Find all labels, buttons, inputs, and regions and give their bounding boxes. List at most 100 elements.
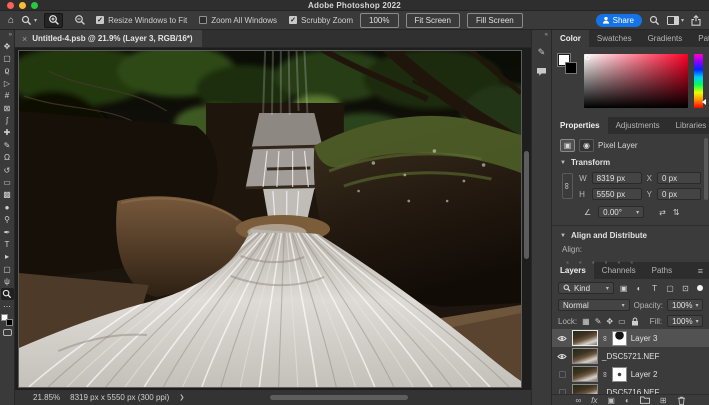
path-selection-tool[interactable]: ▸ [1,251,14,263]
comments-panel-icon[interactable] [534,64,550,80]
mask-link-icon[interactable]: ∞ [600,335,609,341]
brush-tool[interactable]: ✎ [1,139,14,151]
layer-mask-thumbnail[interactable] [612,367,627,382]
flip-horizontal-icon[interactable]: ⇄ [659,208,666,217]
zoom-in-button[interactable] [44,13,63,28]
hue-slider-marker[interactable] [702,99,706,105]
eyedropper-tool[interactable]: ʃ [1,114,14,126]
filter-shape-layers-icon[interactable]: ▢ [664,284,675,293]
dodge-tool[interactable]: ⚲ [1,213,14,225]
layer-name[interactable]: Layer 2 [631,370,658,379]
fill-dropdown[interactable]: 100% ▾ [667,315,703,327]
export-button[interactable] [691,15,701,26]
layer-thumbnail[interactable] [572,384,598,394]
checkbox-scrubby-zoom[interactable]: ✓Scrubby Zoom [289,16,353,25]
search-button[interactable] [649,15,660,26]
mask-properties-icon[interactable]: ◉ [579,139,594,152]
saturation-brightness-field[interactable] [584,54,688,108]
layer-mask-thumbnail[interactable] [612,331,627,346]
hand-tool[interactable]: ψ [1,275,14,287]
rotation-angle-dropdown[interactable]: 0.00° ▾ [598,206,644,218]
canvas-horizontal-scrollbar[interactable] [270,395,408,400]
zoom-out-button[interactable] [70,13,89,28]
edit-toolbar-button[interactable]: ⋯ [1,300,14,312]
mask-link-icon[interactable]: ∞ [600,371,609,377]
object-selection-tool[interactable]: ▷ [1,77,14,89]
shape-tool[interactable]: ▢ [1,263,14,275]
document-tab[interactable]: × Untitled-4.psb @ 21.9% (Layer 3, RGB/1… [15,30,202,47]
home-icon[interactable]: ⌂ [8,15,14,26]
move-tool[interactable]: ✥ [1,40,14,52]
layer-thumbnail[interactable] [572,330,598,346]
fit-screen-button[interactable]: Fit Screen [406,13,460,28]
visibility-toggle[interactable] [556,353,568,360]
x-field[interactable]: 0 px [657,172,701,184]
height-field[interactable]: 5550 px [592,188,642,200]
new-group-icon[interactable] [640,396,650,404]
history-panel-icon[interactable]: ✎ [534,44,550,60]
layer-filter-kind-dropdown[interactable]: Kind ▾ [558,282,614,294]
chevron-down-icon[interactable]: ▼ [560,160,566,166]
lock-artboard-icon[interactable]: ▭ [618,317,626,326]
tab-swatches[interactable]: Swatches [589,30,640,47]
hue-slider[interactable] [694,54,703,108]
pixel-layer-icon[interactable]: ▣ [560,139,575,152]
width-field[interactable]: 8319 px [592,172,642,184]
adjustment-layer-icon[interactable]: ◐ [625,396,630,405]
link-layers-icon[interactable]: ∞ [575,396,581,405]
marquee-tool[interactable]: ▢ [1,52,14,64]
workspace-switcher[interactable]: ▾ [667,16,684,25]
properties-scrollbar[interactable] [704,138,708,200]
status-zoom-level[interactable]: 21.85% [33,393,60,402]
lock-all-icon[interactable] [631,317,639,326]
close-icon[interactable]: × [22,34,27,44]
zoom-tool[interactable] [1,288,14,300]
tab-properties[interactable]: Properties [552,117,608,134]
lasso-tool[interactable]: ϱ [1,65,14,77]
tab-patterns[interactable]: Patterns [690,30,709,47]
filter-type-layers-icon[interactable]: T [649,284,660,293]
visibility-toggle[interactable] [556,335,568,342]
type-tool[interactable]: T [1,238,14,250]
delete-layer-icon[interactable] [677,396,686,405]
filter-toggle-icon[interactable] [697,285,703,291]
blend-mode-dropdown[interactable]: Normal ▾ [558,299,630,311]
frame-tool[interactable]: ⊠ [1,102,14,114]
foreground-background-colors[interactable] [1,314,13,326]
opacity-dropdown[interactable]: 100% ▾ [667,299,703,311]
share-button[interactable]: Share [596,14,642,27]
zoom-tool-preset[interactable]: ▾ [21,15,37,26]
layer-name[interactable]: Layer 3 [631,334,658,343]
status-chevron-icon[interactable]: ❯ [179,394,184,401]
pen-tool[interactable]: ✒ [1,226,14,238]
tab-gradients[interactable]: Gradients [640,30,691,47]
panel-menu-icon[interactable]: ≡ [698,266,709,276]
visibility-toggle[interactable] [556,371,568,378]
filter-smart-objects-icon[interactable]: ⊡ [680,284,691,293]
clone-stamp-tool[interactable]: Ω [1,152,14,164]
layer-row[interactable]: _DSC5716.NEF [552,383,709,394]
healing-brush-tool[interactable]: ✚ [1,127,14,139]
checkbox-icon[interactable]: ✓ [96,16,104,24]
checkbox-resize-windows-to-fit[interactable]: ✓Resize Windows to Fit [96,16,187,25]
filter-adjustment-layers-icon[interactable]: ◐ [633,284,644,293]
photo-document[interactable] [18,50,522,388]
background-color-swatch[interactable] [6,319,13,326]
blur-tool[interactable]: ● [1,201,14,213]
layer-name[interactable]: _DSC5721.NEF [602,352,659,361]
tab-adjustments[interactable]: Adjustments [608,117,668,134]
lock-transparency-icon[interactable]: ▦ [582,317,590,326]
chevron-down-icon[interactable]: ▼ [560,233,566,239]
checkbox-icon[interactable] [199,16,207,24]
zoom-100-button[interactable]: 100% [360,13,398,28]
checkbox-zoom-all-windows[interactable]: Zoom All Windows [199,16,277,25]
layer-thumbnail[interactable] [572,366,598,382]
layer-thumbnail[interactable] [572,348,598,364]
tab-libraries[interactable]: Libraries [668,117,709,134]
fill-screen-button[interactable]: Fill Screen [467,13,523,28]
color-picker-ring[interactable] [585,55,590,60]
checkbox-icon[interactable]: ✓ [289,16,297,24]
gradient-tool[interactable]: ▩ [1,189,14,201]
screen-mode-icon[interactable] [3,329,12,336]
lock-pixels-icon[interactable]: ✎ [595,317,602,326]
